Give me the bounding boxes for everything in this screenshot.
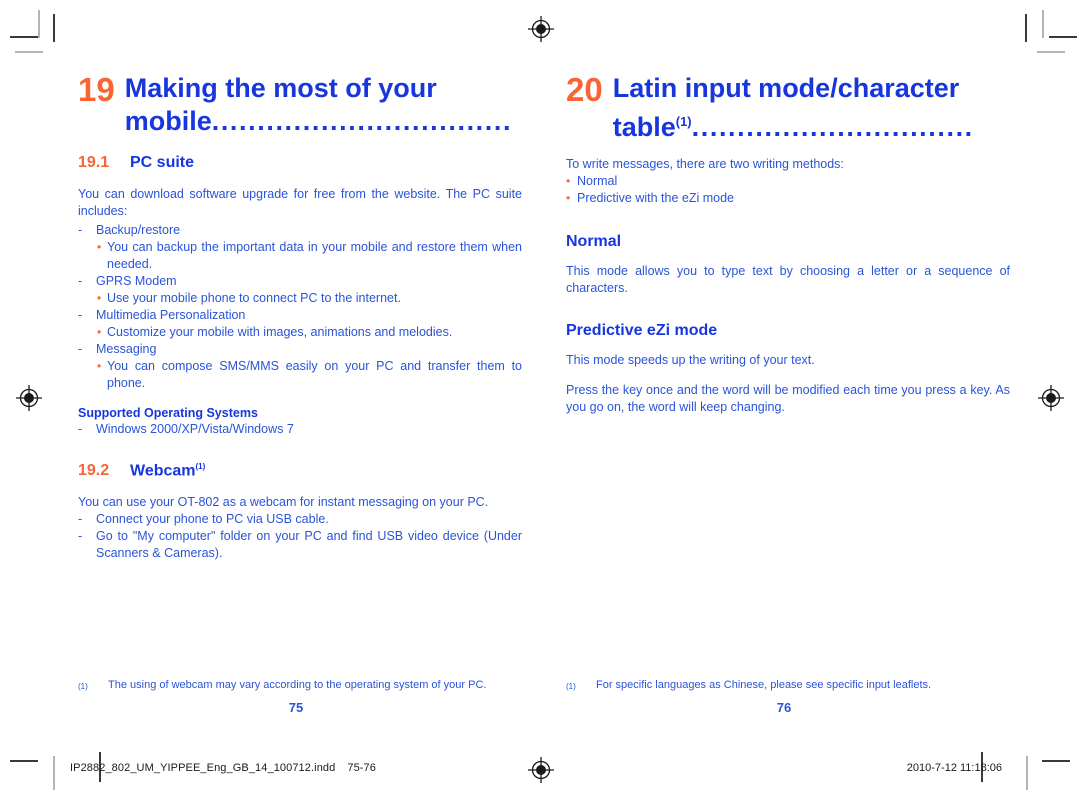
dash-marker: - xyxy=(78,342,83,356)
list-item-text: Windows 2000/XP/Vista/Windows 7 xyxy=(96,422,294,436)
section-name: PC suite xyxy=(130,154,195,171)
list-item-text: Use your mobile phone to connect PC to t… xyxy=(107,291,401,305)
list-item-text: Connect your phone to PC via USB cable. xyxy=(96,512,329,527)
footnote-left: (1) The using of webcam may vary accordi… xyxy=(78,678,522,694)
list-item: - Multimedia Personalization xyxy=(78,307,522,324)
chapter-title: Making the most of your mobile..........… xyxy=(125,72,522,138)
pc-suite-intro: You can download software upgrade for fr… xyxy=(78,187,522,218)
chapter-leader-dots: ............................... xyxy=(691,112,974,142)
bullet-marker: • xyxy=(97,359,102,373)
footnote-marker: (1) xyxy=(566,682,576,691)
footnote-right: (1) For specific languages as Chinese, p… xyxy=(566,678,1010,694)
document-spread: 19 Making the most of your mobile.......… xyxy=(0,0,1080,798)
right-page-column: 20 Latin input mode/character table(1)..… xyxy=(566,72,1010,418)
list-item: • Predictive with the eZi mode xyxy=(566,190,1010,207)
section-name: Webcam(1) xyxy=(130,462,205,480)
bullet-marker: • xyxy=(97,240,102,254)
print-filename: IP2882_802_UM_YIPPEE_Eng_GB_14_100712.in… xyxy=(70,762,376,774)
chapter-number: 19 xyxy=(78,71,115,108)
section-name-text: Webcam xyxy=(130,462,196,480)
subheading-normal: Normal xyxy=(566,233,622,250)
bullet-marker: • xyxy=(566,191,571,205)
list-item-label: Multimedia Personalization xyxy=(96,308,246,322)
list-item-text: Customize your mobile with images, anima… xyxy=(107,325,453,339)
chapter-heading-19: 19 Making the most of your mobile.......… xyxy=(78,72,522,138)
chapter-heading-20: 20 Latin input mode/character table(1)..… xyxy=(566,72,1010,144)
list-item: - Backup/restore xyxy=(78,222,522,239)
list-item: • You can compose SMS/MMS easily on your… xyxy=(78,358,522,392)
chapter-number: 20 xyxy=(566,71,603,108)
list-item: - Connect your phone to PC via USB cable… xyxy=(78,511,522,528)
list-item: - Go to "My computer" folder on your PC … xyxy=(78,528,522,562)
left-page-column: 19 Making the most of your mobile.......… xyxy=(78,72,522,562)
list-item-text: You can compose SMS/MMS easily on your P… xyxy=(107,359,522,390)
dash-marker: - xyxy=(78,512,83,527)
list-item-text: Predictive with the eZi mode xyxy=(577,191,735,205)
dash-marker: - xyxy=(78,308,83,322)
predictive-body-1: This mode speeds up the writing of your … xyxy=(566,353,815,367)
bullet-marker: • xyxy=(97,325,102,339)
writing-methods-intro: To write messages, there are two writing… xyxy=(566,157,844,171)
footnote-text: For specific languages as Chinese, pleas… xyxy=(596,679,932,691)
section-number: 19.2 xyxy=(78,462,110,480)
print-info-bar: IP2882_802_UM_YIPPEE_Eng_GB_14_100712.in… xyxy=(0,752,1080,798)
list-item-label: Backup/restore xyxy=(96,223,181,237)
supported-os-heading: Supported Operating Systems xyxy=(78,406,258,420)
subheading-predictive-ezi-mode: Predictive eZi mode xyxy=(566,322,718,339)
page-number-left: 75 xyxy=(288,700,304,715)
list-item-text: Normal xyxy=(577,174,618,188)
predictive-body-2: Press the key once and the word will be … xyxy=(566,383,1010,414)
chapter-title: Latin input mode/character table(1).....… xyxy=(613,72,1010,144)
list-item: • Normal xyxy=(566,173,1010,190)
section-number: 19.1 xyxy=(78,154,110,171)
list-item: - GPRS Modem xyxy=(78,273,522,290)
footnote-reference: (1) xyxy=(195,462,206,471)
list-item-label: GPRS Modem xyxy=(96,274,177,288)
list-item: - Messaging xyxy=(78,341,522,358)
list-item: - Windows 2000/XP/Vista/Windows 7 xyxy=(78,421,522,438)
chapter-leader-dots: ................................. xyxy=(211,106,513,136)
list-item: • Customize your mobile with images, ani… xyxy=(78,324,522,341)
dash-marker: - xyxy=(78,274,83,288)
webcam-intro: You can use your OT-802 as a webcam for … xyxy=(78,495,489,510)
section-heading-19-1: 19.1 PC suite xyxy=(78,154,522,172)
list-item-text: You can backup the important data in you… xyxy=(107,240,522,271)
bullet-marker: • xyxy=(97,291,102,305)
list-item: • You can backup the important data in y… xyxy=(78,239,522,273)
footnote-reference: (1) xyxy=(675,114,692,129)
dash-marker: - xyxy=(78,223,83,237)
list-item-text: Go to "My computer" folder on your PC an… xyxy=(96,529,522,561)
page-range-text: 75-76 xyxy=(347,762,376,774)
normal-mode-body: This mode allows you to type text by cho… xyxy=(566,264,1010,295)
section-heading-19-2: 19.2 Webcam(1) xyxy=(78,462,522,480)
footnote-text: The using of webcam may vary according t… xyxy=(108,679,487,691)
page-number-right: 76 xyxy=(776,700,792,715)
list-item-label: Messaging xyxy=(96,342,157,356)
dash-marker: - xyxy=(78,529,83,544)
print-timestamp: 2010-7-12 11:18:06 xyxy=(906,762,1002,774)
bullet-marker: • xyxy=(566,174,571,188)
filename-text: IP2882_802_UM_YIPPEE_Eng_GB_14_100712.in… xyxy=(70,762,336,774)
dash-marker: - xyxy=(78,422,83,436)
list-item: • Use your mobile phone to connect PC to… xyxy=(78,290,522,307)
footnote-marker: (1) xyxy=(78,682,88,691)
